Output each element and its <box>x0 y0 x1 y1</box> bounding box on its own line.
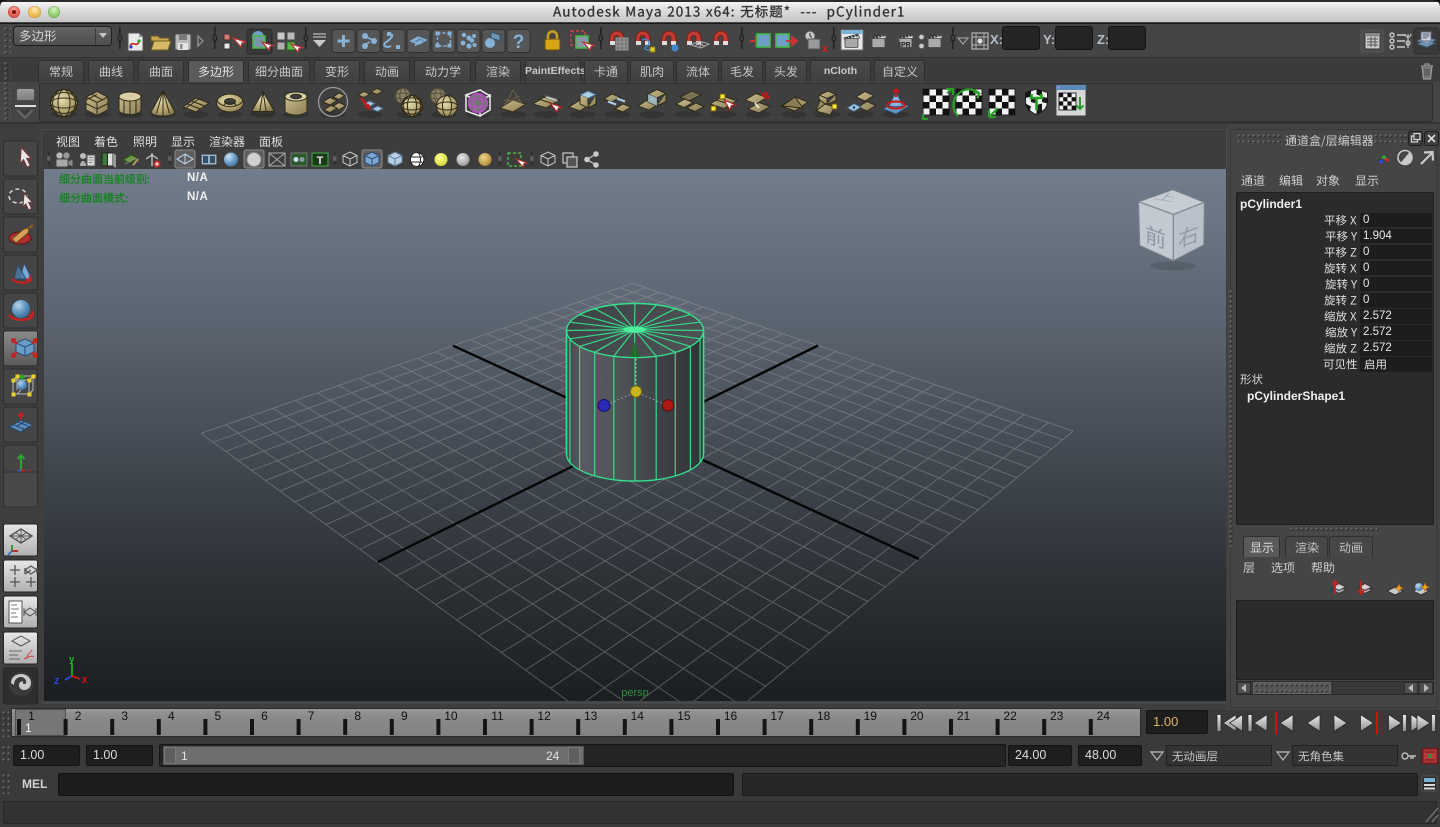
svg-text:X: X <box>82 676 88 686</box>
svg-text:IPR: IPR <box>899 42 911 49</box>
svg-text:y: y <box>69 655 75 665</box>
svg-text:Z: Z <box>54 677 59 687</box>
svg-text:T: T <box>317 155 324 167</box>
svg-text:?: ? <box>513 32 525 53</box>
svg-text:x: x <box>822 43 829 55</box>
